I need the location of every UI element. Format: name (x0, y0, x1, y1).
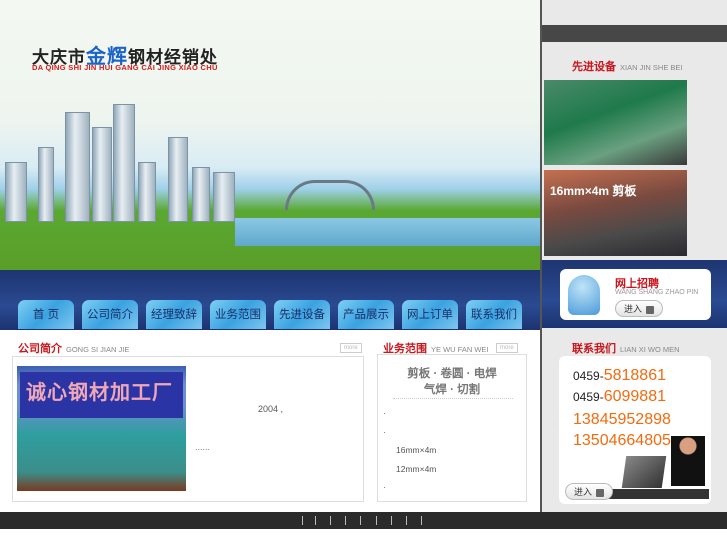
top-dark-bar (542, 25, 727, 42)
equipment-photo-1[interactable] (544, 80, 687, 165)
person-icon (568, 275, 600, 315)
about-more-link[interactable]: more (340, 343, 362, 353)
footer-link[interactable] (360, 516, 361, 525)
footer-link[interactable] (421, 516, 422, 525)
equipment-heading: 先进设备 XIAN JIN SHE BEI (572, 61, 683, 73)
business-list: · · 16mm×4m 12mm×4m · (383, 404, 436, 497)
mobile-2: 13504664805 (573, 432, 671, 449)
nav-products[interactable]: 产品展示 (338, 300, 394, 329)
mobile-1: 13845952898 (573, 411, 671, 428)
footer-link[interactable] (391, 516, 392, 525)
phone-1: 0459-5818861 (573, 367, 666, 384)
footer-link[interactable] (330, 516, 331, 525)
contact-enter-button[interactable]: 进入 (565, 483, 614, 500)
phone-2: 0459-6099881 (573, 388, 666, 405)
footer-link[interactable] (345, 516, 346, 525)
nav-orders[interactable]: 网上订单 (402, 300, 458, 329)
building (192, 167, 210, 222)
factory-photo: 诚心钢材加工厂 (17, 366, 186, 491)
nav-manager-speech[interactable]: 经理致辞 (146, 300, 202, 329)
main-nav: 首 页 公司简介 经理致辞 业务范围 先进设备 产品展示 网上订单 联系我们 (0, 270, 540, 330)
equipment-photo-2[interactable]: 16mm×4m 剪板 (544, 170, 687, 256)
nav-home[interactable]: 首 页 (18, 300, 74, 329)
recruit-pinyin: WANG SHANG ZHAO PIN (615, 289, 699, 296)
list-item: · (383, 482, 386, 492)
right-column: 先进设备 XIAN JIN SHE BEI 16mm×4m 剪板 网上招聘 WAN… (540, 0, 727, 512)
list-item: · (383, 408, 386, 418)
building (168, 137, 188, 222)
footer-bar (0, 512, 727, 529)
business-more-link[interactable]: more (496, 343, 518, 353)
footer-link[interactable] (376, 516, 377, 525)
recruit-enter-button[interactable]: 进入 (615, 300, 664, 317)
nav-equipment[interactable]: 先进设备 (274, 300, 330, 329)
equipment-photo-caption: 16mm×4m 剪板 (550, 184, 637, 198)
building (65, 112, 90, 222)
about-ellipsis: ...... (195, 442, 211, 452)
laptop-icon (621, 456, 667, 488)
arrow-right-icon (596, 488, 605, 497)
header-banner: 大庆市金辉钢材经销处 DA QING SHI JIN HUI GANG CAI … (0, 0, 540, 270)
building (5, 162, 27, 222)
contact-card: 0459-5818861 0459-6099881 13845952898 13… (559, 356, 711, 504)
operator-image (671, 436, 705, 486)
building (138, 162, 156, 222)
about-year: 2004 , (258, 404, 284, 414)
contact-heading: 联系我们 LIAN XI WO MEN (572, 343, 680, 355)
building (113, 104, 135, 222)
footer-link[interactable] (302, 516, 303, 525)
nav-business[interactable]: 业务范围 (210, 300, 266, 329)
footer-link[interactable] (406, 516, 407, 525)
business-services: 剪板 · 卷圆 · 电焊 气焊 · 切割 (407, 368, 497, 396)
factory-sign: 诚心钢材加工厂 (20, 372, 183, 418)
arrow-right-icon (646, 305, 655, 314)
list-item: 16mm×4m (396, 445, 437, 455)
about-heading: 公司简介 GONG SI JIAN JIE (18, 343, 130, 355)
building (92, 127, 112, 222)
company-pinyin: DA QING SHI JIN HUI GANG CAI JING XIAO C… (32, 63, 218, 72)
nav-contact[interactable]: 联系我们 (466, 300, 522, 329)
list-item: · (383, 426, 386, 437)
building (38, 147, 54, 222)
recruit-card[interactable]: 网上招聘 WANG SHANG ZHAO PIN 进入 (560, 269, 711, 320)
divider (393, 398, 513, 399)
bridge (285, 180, 375, 210)
nav-about[interactable]: 公司简介 (82, 300, 138, 329)
lake (235, 218, 540, 246)
building (213, 172, 235, 222)
list-item: 12mm×4m (396, 463, 437, 474)
footer-link[interactable] (315, 516, 316, 525)
